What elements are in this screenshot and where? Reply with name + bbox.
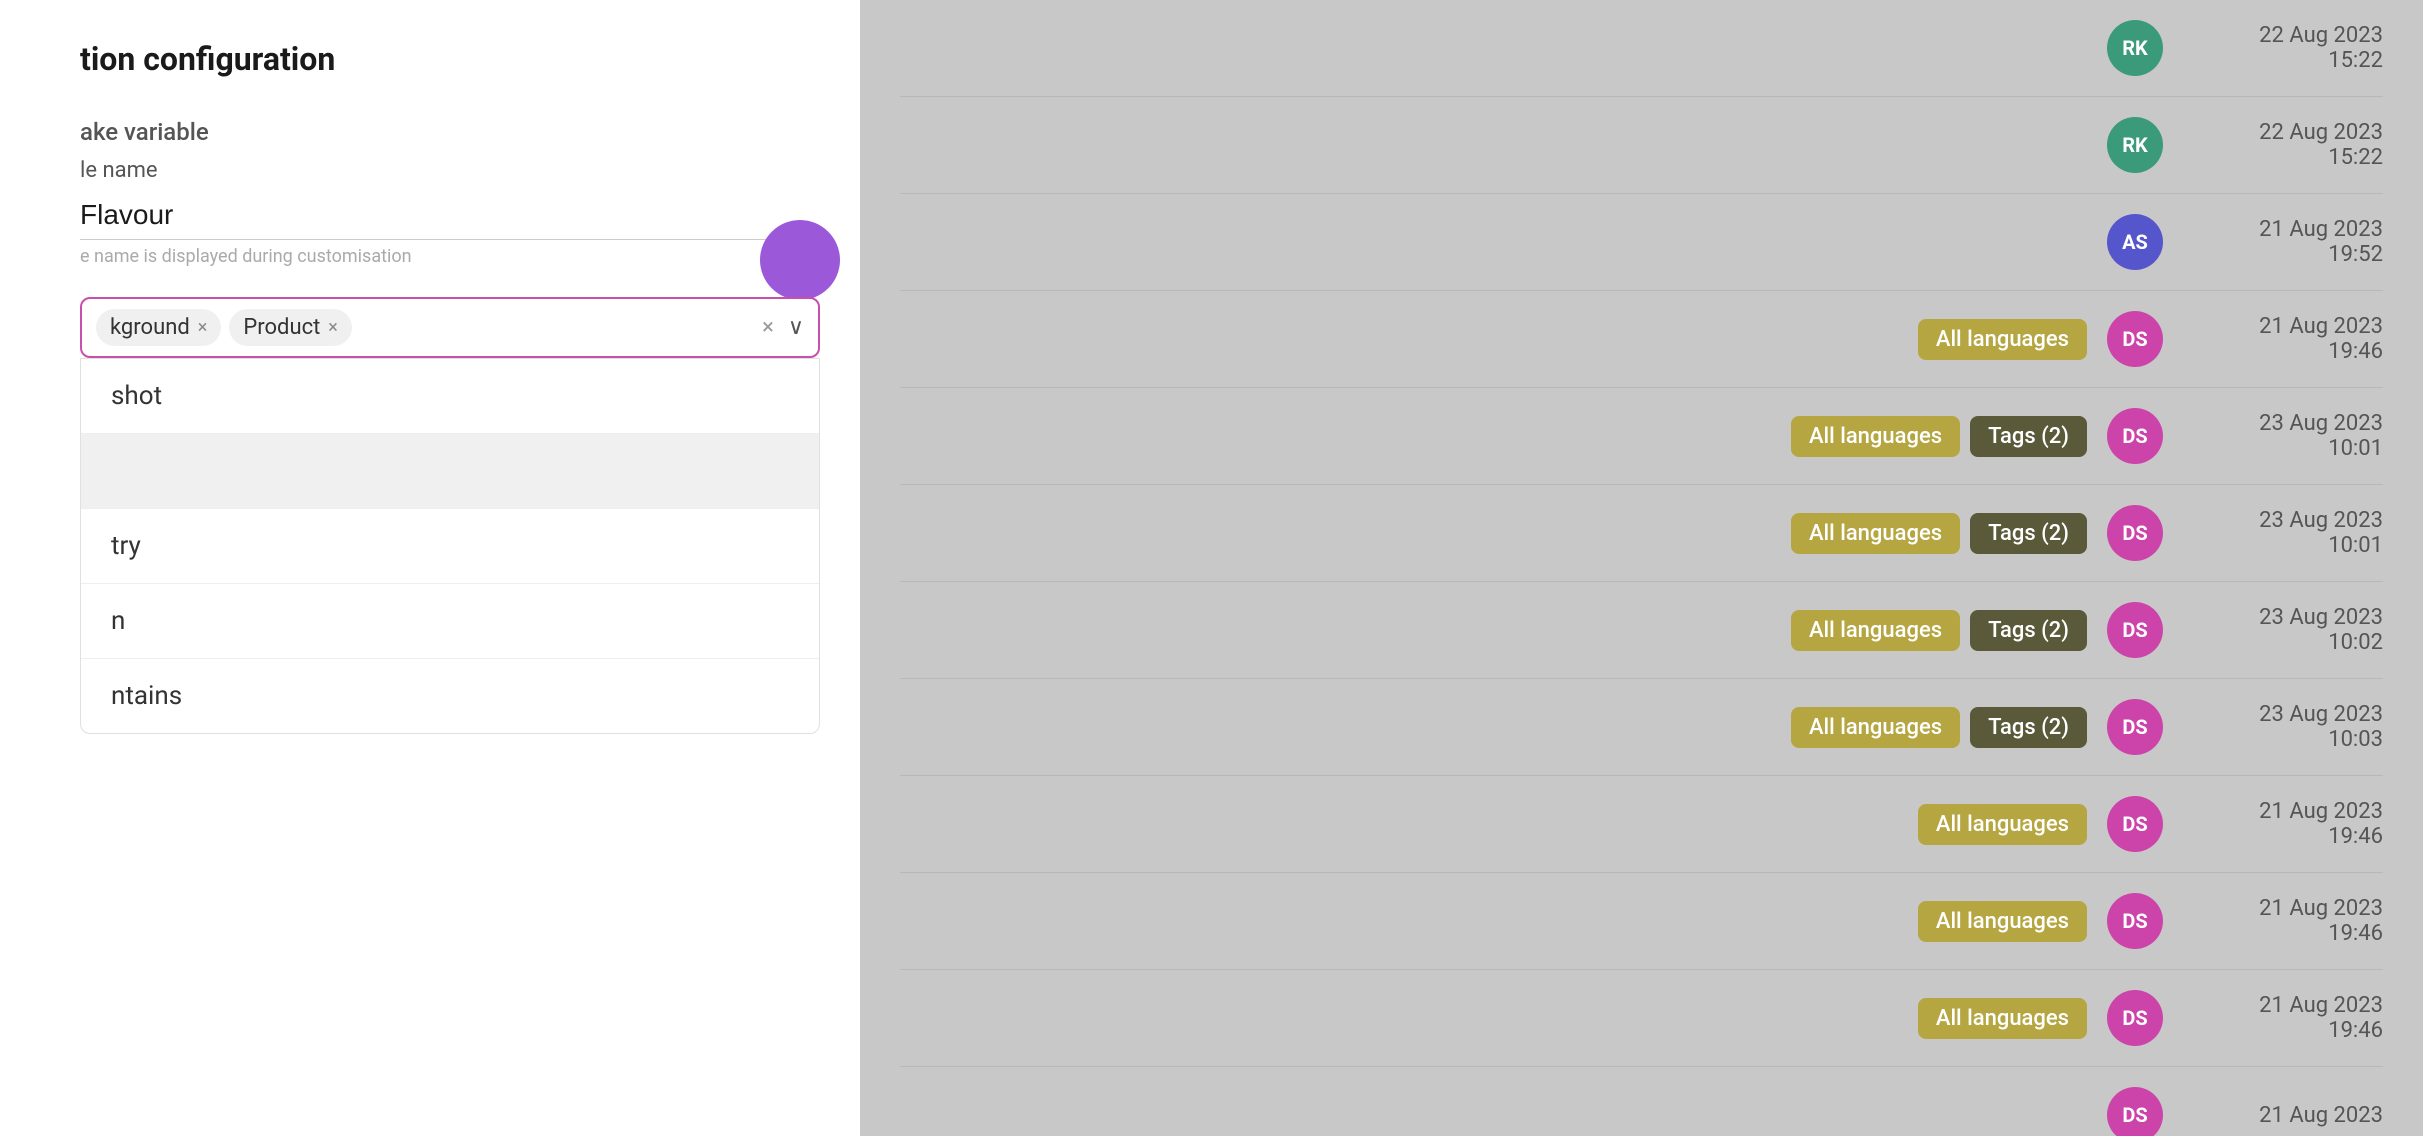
avatar: DS <box>2107 408 2163 464</box>
timestamp: 21 Aug 202319:46 <box>2183 314 2383 364</box>
tag-input-actions: × ∨ <box>762 315 804 340</box>
timestamp: 23 Aug 202310:03 <box>2183 702 2383 752</box>
variable-name-input[interactable] <box>80 191 820 240</box>
tag-input-area[interactable]: kground × Product × × ∨ <box>80 297 820 358</box>
timestamp: 23 Aug 202310:02 <box>2183 605 2383 655</box>
list-item: All languages Tags (2) DS 23 Aug 202310:… <box>900 679 2383 776</box>
panel-title: tion configuration <box>80 40 820 78</box>
variable-name-section: ake variable le name e name is displayed… <box>80 118 820 267</box>
dropdown-item-screenshot[interactable]: shot <box>81 359 819 433</box>
timestamp: 21 Aug 202319:52 <box>2183 217 2383 267</box>
list-item: DS 21 Aug 2023 <box>900 1067 2383 1136</box>
avatar: DS <box>2107 893 2163 949</box>
avatar: DS <box>2107 699 2163 755</box>
row-tags: All languages Tags (2) <box>1791 707 2087 748</box>
language-badge: All languages <box>1791 707 1960 748</box>
left-panel: tion configuration ake variable le name … <box>0 0 860 1136</box>
timestamp: 23 Aug 202310:01 <box>2183 411 2383 461</box>
row-tags: All languages Tags (2) <box>1791 513 2087 554</box>
language-badge: All languages <box>1791 416 1960 457</box>
list-item: All languages DS 21 Aug 202319:46 <box>900 873 2383 970</box>
list-item: All languages Tags (2) DS 23 Aug 202310:… <box>900 582 2383 679</box>
tag-product: Product × <box>229 309 352 346</box>
row-tags: All languages Tags (2) <box>1791 610 2087 651</box>
purple-circle-decoration <box>760 220 840 300</box>
tag-product-remove[interactable]: × <box>328 319 338 337</box>
timestamp: 21 Aug 202319:46 <box>2183 896 2383 946</box>
row-tags: All languages <box>1918 804 2087 845</box>
avatar: RK <box>2107 20 2163 76</box>
tag-background: kground × <box>96 309 221 346</box>
row-tags: All languages Tags (2) <box>1791 416 2087 457</box>
timestamp: 23 Aug 202310:01 <box>2183 508 2383 558</box>
tag-product-label: Product <box>243 315 320 340</box>
field-label: le name <box>80 158 820 183</box>
language-badge: All languages <box>1918 901 2087 942</box>
dropdown-item-industry[interactable]: try <box>81 509 819 583</box>
dropdown-item-n[interactable]: n <box>81 584 819 658</box>
list-item: RK 22 Aug 202315:22 <box>900 97 2383 194</box>
avatar: DS <box>2107 990 2163 1046</box>
language-badge: All languages <box>1918 804 2087 845</box>
timestamp: 21 Aug 202319:46 <box>2183 993 2383 1043</box>
avatar: DS <box>2107 1087 2163 1136</box>
row-tags: All languages <box>1918 319 2087 360</box>
tags-badge: Tags (2) <box>1970 513 2087 554</box>
tags-badge: Tags (2) <box>1970 416 2087 457</box>
tags-badge: Tags (2) <box>1970 707 2087 748</box>
language-badge: All languages <box>1791 513 1960 554</box>
right-panel: RK 22 Aug 202315:22 RK 22 Aug 202315:22 … <box>860 0 2423 1136</box>
avatar: DS <box>2107 505 2163 561</box>
language-badge: All languages <box>1918 319 2087 360</box>
dropdown-item-contains[interactable]: ntains <box>81 659 819 733</box>
row-tags: All languages <box>1918 901 2087 942</box>
avatar: DS <box>2107 311 2163 367</box>
timestamp: 21 Aug 2023 <box>2183 1103 2383 1128</box>
dropdown-list: shot try n ntains <box>80 358 820 734</box>
timestamp: 21 Aug 202319:46 <box>2183 799 2383 849</box>
list-item: All languages DS 21 Aug 202319:46 <box>900 776 2383 873</box>
section-label: ake variable <box>80 118 820 146</box>
avatar: DS <box>2107 602 2163 658</box>
dropdown-toggle-button[interactable]: ∨ <box>788 315 804 340</box>
list-item: All languages Tags (2) DS 23 Aug 202310:… <box>900 388 2383 485</box>
timestamp: 22 Aug 202315:22 <box>2183 120 2383 170</box>
tag-background-label: kground <box>110 315 190 340</box>
dropdown-item-background[interactable] <box>81 434 819 508</box>
avatar: DS <box>2107 796 2163 852</box>
list-item: AS 21 Aug 202319:52 <box>900 194 2383 291</box>
timestamp: 22 Aug 202315:22 <box>2183 23 2383 73</box>
clear-tags-button[interactable]: × <box>762 315 774 340</box>
tag-background-remove[interactable]: × <box>198 319 208 337</box>
field-hint: e name is displayed during customisation <box>80 246 820 267</box>
tag-search-input[interactable] <box>360 315 754 341</box>
list-item: All languages DS 21 Aug 202319:46 <box>900 970 2383 1067</box>
list-item: RK 22 Aug 202315:22 <box>900 0 2383 97</box>
list-item: All languages Tags (2) DS 23 Aug 202310:… <box>900 485 2383 582</box>
avatar: RK <box>2107 117 2163 173</box>
language-badge: All languages <box>1791 610 1960 651</box>
language-badge: All languages <box>1918 998 2087 1039</box>
list-item: All languages DS 21 Aug 202319:46 <box>900 291 2383 388</box>
avatar: AS <box>2107 214 2163 270</box>
row-tags: All languages <box>1918 998 2087 1039</box>
tags-badge: Tags (2) <box>1970 610 2087 651</box>
